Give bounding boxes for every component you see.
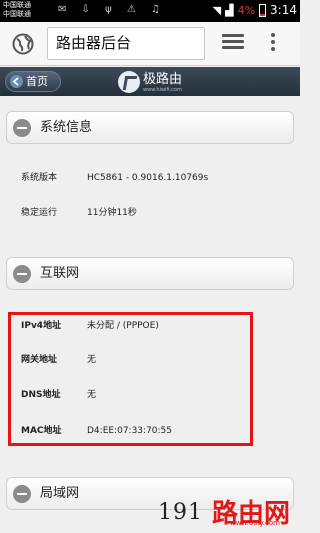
section-title: 系统信息 [40, 120, 93, 135]
status-bar: 中国联通 中国联通 ✉ ⇩ ψ ⚠ ♫ ◥ ▟ 4% 3:14 [0, 0, 300, 22]
status-right: ◥ ▟ 4% 3:14 [213, 3, 297, 17]
wifi-icon: ◥ [212, 3, 222, 17]
carrier-1: 中国联通 [3, 1, 31, 9]
logo-url: www.hiwifi.com [143, 86, 182, 93]
signal-icon: ▟ [225, 3, 234, 17]
clock: 3:14 [270, 3, 297, 17]
collapse-icon [13, 265, 31, 283]
highlight-box [8, 312, 253, 446]
notification-icons: ✉ ⇩ ψ ⚠ ♫ [58, 4, 166, 15]
carrier-2: 中国联通 [3, 10, 31, 18]
row-value: HC5861 - 0.9016.1.10769s [87, 173, 209, 183]
collapse-icon [13, 485, 31, 503]
address-bar[interactable]: 路由器后台 [47, 27, 205, 60]
row-value: 11分钟11秒 [87, 208, 137, 218]
section-system-info[interactable]: 系统信息 [6, 111, 294, 144]
logo-text: 极路由 [143, 71, 183, 87]
section-title: 互联网 [40, 266, 80, 281]
overflow-menu-icon[interactable] [270, 33, 276, 55]
logo-icon [118, 71, 140, 93]
back-arrow-icon [10, 75, 23, 88]
globe-icon[interactable] [12, 33, 34, 55]
carrier-info: 中国联通 中国联通 [3, 1, 31, 19]
section-title: 局域网 [40, 486, 80, 501]
collapse-icon [13, 119, 31, 137]
tabs-icon[interactable] [222, 34, 244, 52]
row-label: 系统版本 [21, 173, 58, 183]
app-header: 首页 极路由 www.hiwifi.com [0, 67, 300, 96]
watermark-url: www.65ly.com [230, 519, 280, 527]
home-label: 首页 [26, 75, 48, 88]
battery-icon [259, 3, 267, 17]
row-label: 稳定运行 [21, 208, 58, 218]
section-internet[interactable]: 互联网 [6, 257, 294, 290]
brand-logo: 极路由 www.hiwifi.com [118, 70, 182, 94]
browser-toolbar: 路由器后台 [0, 22, 300, 66]
watermark-number: 191 [158, 500, 203, 525]
battery-percent: 4% [237, 3, 256, 17]
home-button[interactable]: 首页 [5, 71, 61, 92]
